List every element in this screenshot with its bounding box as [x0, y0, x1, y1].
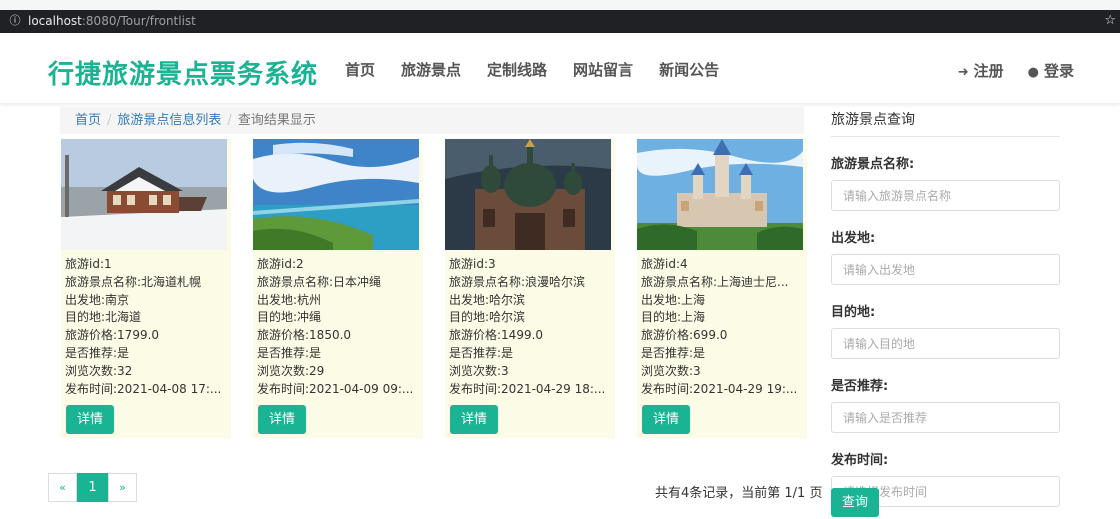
- attraction-recommend: 是否推荐:是: [641, 345, 706, 360]
- name-label: 旅游景点名称:: [831, 157, 915, 172]
- search-sidebar: 旅游景点查询 旅游景点名称: 出发地: 目的地: 是否推荐: 发布时间: 查询: [831, 104, 1060, 517]
- breadcrumb-list[interactable]: 旅游景点信息列表: [117, 113, 221, 128]
- pagination-next[interactable]: »: [108, 473, 137, 502]
- sign-in-icon: ➜: [957, 65, 969, 80]
- info-circle-icon[interactable]: ⓘ: [8, 14, 22, 28]
- pagination-prev[interactable]: «: [48, 473, 77, 502]
- attraction-price: 旅游价格:1799.0: [65, 328, 160, 343]
- attraction-info: 旅游id:1 旅游景点名称:北海道札幌 出发地:南京 目的地:北海道 旅游价格:…: [65, 256, 231, 398]
- attraction-to: 目的地:上海: [641, 310, 706, 325]
- pagination-page-1[interactable]: 1: [77, 473, 108, 502]
- browser-address-bar[interactable]: ⓘ localhost:8080/Tour/frontlist ☆: [0, 10, 1120, 33]
- bookmark-star-icon[interactable]: ☆: [1104, 13, 1116, 28]
- attraction-image[interactable]: [445, 139, 611, 250]
- sidebar-title: 旅游景点查询: [831, 104, 1060, 137]
- main-nav: 首页 旅游景点 定制线路 网站留言 新闻公告: [330, 59, 745, 80]
- attraction-from: 出发地:南京: [65, 292, 130, 307]
- breadcrumb: 首页 / 旅游景点信息列表 / 查询结果显示: [60, 107, 804, 134]
- attraction-info: 旅游id:3 旅游景点名称:浪漫哈尔滨 出发地:哈尔滨 目的地:哈尔滨 旅游价格…: [449, 256, 615, 398]
- name-search-input[interactable]: [831, 180, 1060, 211]
- from-label: 出发地:: [831, 231, 876, 246]
- attraction-name: 旅游景点名称:上海迪士尼...: [641, 274, 789, 289]
- attraction-price: 旅游价格:1499.0: [449, 328, 544, 343]
- attraction-card: 旅游id:2 旅游景点名称:日本冲绳 出发地:杭州 目的地:冲绳 旅游价格:18…: [253, 139, 423, 438]
- attraction-from: 出发地:杭州: [257, 292, 322, 307]
- attraction-image[interactable]: [253, 139, 419, 250]
- site-navbar: 行捷旅游景点票务系统 首页 旅游景点 定制线路 网站留言 新闻公告 ➜ 注册 ● 登…: [0, 33, 1120, 103]
- address-url[interactable]: localhost:8080/Tour/frontlist: [28, 14, 196, 28]
- attraction-publish-time: 发布时间:2021-04-08 17:...: [65, 381, 222, 396]
- recommend-search-input[interactable]: [831, 402, 1060, 433]
- attraction-card: 旅游id:3 旅游景点名称:浪漫哈尔滨 出发地:哈尔滨 目的地:哈尔滨 旅游价格…: [445, 139, 615, 438]
- search-button[interactable]: 查询: [831, 488, 879, 517]
- attraction-price: 旅游价格:1850.0: [257, 328, 352, 343]
- attraction-image[interactable]: [61, 139, 227, 250]
- nav-home[interactable]: 首页: [345, 59, 375, 80]
- to-label: 目的地:: [831, 305, 876, 320]
- account-links: ➜ 注册 ● 登录: [934, 60, 1074, 81]
- attraction-publish-time: 发布时间:2021-04-29 19:...: [641, 381, 798, 396]
- attraction-publish-time: 发布时间:2021-04-09 09:...: [257, 381, 414, 396]
- attraction-views: 浏览次数:3: [449, 363, 509, 378]
- from-search-input[interactable]: [831, 254, 1060, 285]
- breadcrumb-current: 查询结果显示: [237, 113, 316, 128]
- breadcrumb-separator: /: [227, 113, 232, 128]
- breadcrumb-separator: /: [107, 113, 112, 128]
- attraction-id: 旅游id:4: [641, 257, 688, 271]
- detail-button[interactable]: 详情: [450, 405, 498, 434]
- attraction-info: 旅游id:4 旅游景点名称:上海迪士尼... 出发地:上海 目的地:上海 旅游价…: [641, 256, 807, 398]
- record-summary: 共有4条记录，当前第 1/1 页: [655, 486, 823, 501]
- attraction-card: 旅游id:1 旅游景点名称:北海道札幌 出发地:南京 目的地:北海道 旅游价格:…: [61, 139, 231, 438]
- login-link[interactable]: ● 登录: [1028, 60, 1074, 81]
- to-search-input[interactable]: [831, 328, 1060, 359]
- attraction-name: 旅游景点名称:浪漫哈尔滨: [449, 274, 586, 289]
- attraction-recommend: 是否推荐:是: [65, 345, 130, 360]
- attraction-from: 出发地:上海: [641, 292, 706, 307]
- attraction-price: 旅游价格:699.0: [641, 328, 728, 343]
- attraction-info: 旅游id:2 旅游景点名称:日本冲绳 出发地:杭州 目的地:冲绳 旅游价格:18…: [257, 256, 423, 398]
- attraction-name: 旅游景点名称:日本冲绳: [257, 274, 382, 289]
- attraction-card: 旅游id:4 旅游景点名称:上海迪士尼... 出发地:上海 目的地:上海 旅游价…: [637, 139, 807, 438]
- user-icon: ●: [1027, 65, 1039, 80]
- detail-button[interactable]: 详情: [66, 405, 114, 434]
- pagination: « 1 »: [48, 473, 137, 502]
- attraction-to: 目的地:哈尔滨: [449, 310, 526, 325]
- attraction-image[interactable]: [637, 139, 803, 250]
- attraction-recommend: 是否推荐:是: [449, 345, 514, 360]
- site-brand[interactable]: 行捷旅游景点票务系统: [48, 54, 318, 91]
- attraction-views: 浏览次数:32: [65, 363, 133, 378]
- attraction-name: 旅游景点名称:北海道札幌: [65, 274, 202, 289]
- nav-custom-routes[interactable]: 定制线路: [487, 59, 547, 80]
- breadcrumb-home[interactable]: 首页: [75, 113, 101, 128]
- attraction-views: 浏览次数:29: [257, 363, 325, 378]
- attraction-from: 出发地:哈尔滨: [449, 292, 526, 307]
- detail-button[interactable]: 详情: [642, 405, 690, 434]
- attraction-id: 旅游id:3: [449, 257, 496, 271]
- attraction-recommend: 是否推荐:是: [257, 345, 322, 360]
- nav-messages[interactable]: 网站留言: [573, 59, 633, 80]
- browser-top-strip: [0, 0, 1120, 10]
- nav-news[interactable]: 新闻公告: [659, 59, 719, 80]
- attraction-id: 旅游id:2: [257, 257, 304, 271]
- attraction-views: 浏览次数:3: [641, 363, 701, 378]
- attraction-to: 目的地:冲绳: [257, 310, 322, 325]
- attraction-to: 目的地:北海道: [65, 310, 142, 325]
- attraction-id: 旅游id:1: [65, 257, 112, 271]
- publish-time-label: 发布时间:: [831, 453, 889, 468]
- recommend-label: 是否推荐:: [831, 379, 889, 394]
- detail-button[interactable]: 详情: [258, 405, 306, 434]
- attraction-publish-time: 发布时间:2021-04-29 18:...: [449, 381, 606, 396]
- nav-attractions[interactable]: 旅游景点: [401, 59, 461, 80]
- register-link[interactable]: ➜ 注册: [958, 60, 1004, 81]
